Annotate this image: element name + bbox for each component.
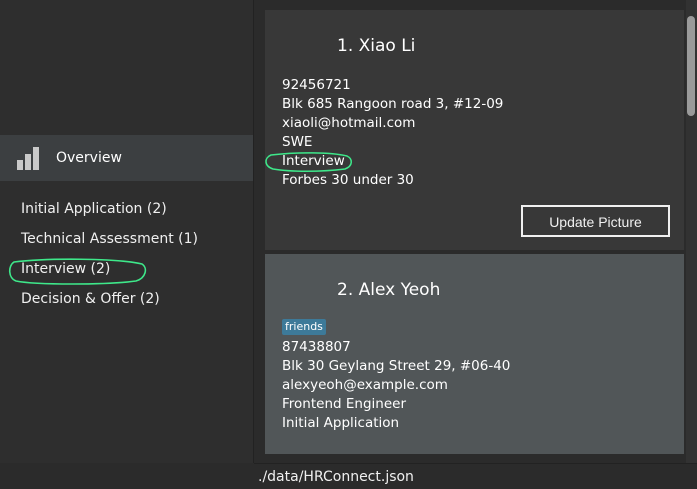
person-address: Blk 30 Geylang Street 29, #06-40	[282, 358, 511, 374]
person-name: 2. Alex Yeoh	[337, 280, 441, 300]
stage-item-interview[interactable]: Interview (2)	[21, 259, 198, 289]
overview-nav-item[interactable]: Overview	[0, 135, 253, 181]
scrollbar-thumb[interactable]	[687, 16, 695, 116]
sidebar: Overview Initial Application (2) Technic…	[0, 0, 253, 463]
person-phone: 92456721	[282, 77, 351, 93]
update-picture-button[interactable]: Update Picture	[521, 205, 670, 237]
overview-label: Overview	[56, 150, 122, 166]
stage-list: Initial Application (2) Technical Assess…	[21, 199, 198, 319]
person-note: Forbes 30 under 30	[282, 172, 414, 188]
person-name: 1. Xiao Li	[337, 36, 416, 56]
person-email: alexyeoh@example.com	[282, 377, 448, 393]
status-bar: ./data/HRConnect.json	[254, 463, 697, 489]
status-bar-left	[0, 463, 254, 489]
data-file-path: ./data/HRConnect.json	[258, 469, 414, 485]
person-tag: friends	[282, 319, 326, 335]
stage-item-initial-application[interactable]: Initial Application (2)	[21, 199, 198, 229]
person-phone: 87438807	[282, 339, 351, 355]
person-address: Blk 685 Rangoon road 3, #12-09	[282, 96, 504, 112]
person-stage: Interview	[282, 153, 345, 169]
person-list-panel: 1. Xiao Li 92456721 Blk 685 Rangoon road…	[254, 0, 697, 463]
vertical-scrollbar[interactable]	[686, 0, 697, 463]
stage-item-decision-offer[interactable]: Decision & Offer (2)	[21, 289, 198, 319]
person-email: xiaoli@hotmail.com	[282, 115, 416, 131]
person-role: Frontend Engineer	[282, 396, 406, 412]
person-card[interactable]: 2. Alex Yeoh friends 87438807 Blk 30 Gey…	[265, 254, 684, 454]
person-stage: Initial Application	[282, 415, 400, 431]
bar-chart-icon	[17, 147, 41, 170]
person-role: SWE	[282, 134, 313, 150]
stage-item-technical-assessment[interactable]: Technical Assessment (1)	[21, 229, 198, 259]
person-card[interactable]: 1. Xiao Li 92456721 Blk 685 Rangoon road…	[265, 10, 684, 250]
